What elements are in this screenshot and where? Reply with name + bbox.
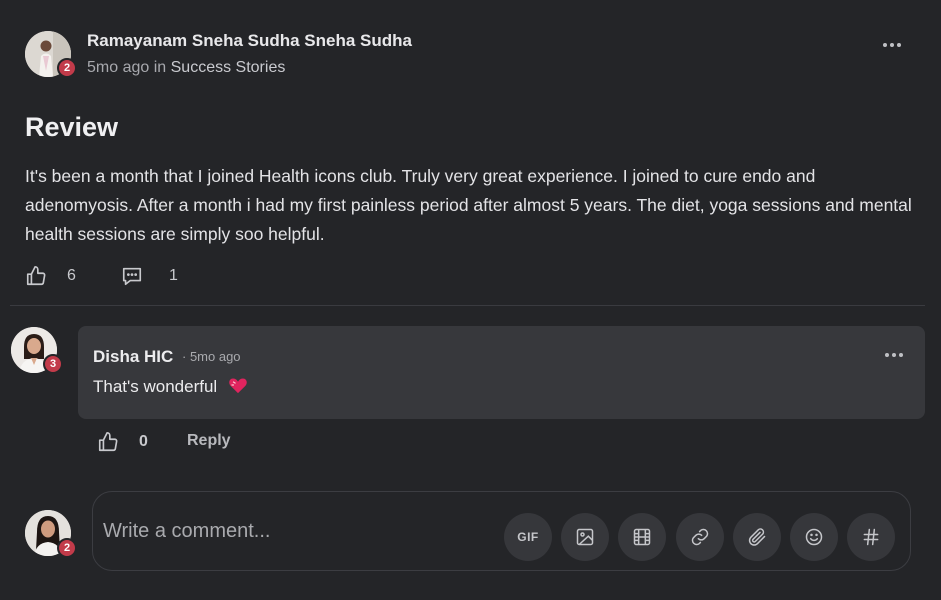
attachment-icon: [748, 528, 766, 546]
attachment-button[interactable]: [733, 513, 781, 561]
post-author-name[interactable]: Ramayanam Sneha Sudha Sneha Sudha: [87, 31, 412, 51]
post-comment-count: 1: [169, 267, 178, 284]
dot-icon: [892, 353, 896, 357]
post-like-count: 6: [67, 267, 76, 284]
gif-icon: GIF: [517, 530, 539, 544]
comment-text: That's wonderful: [93, 376, 248, 399]
post-meta: 5mo ago in Success Stories: [87, 59, 285, 77]
comment-input[interactable]: [103, 514, 483, 548]
post-in-label: in: [153, 59, 167, 76]
post-time: 5mo ago: [87, 59, 150, 76]
dot-icon: [897, 43, 901, 47]
post-like-button[interactable]: 6: [25, 265, 76, 287]
thumbs-up-icon: [98, 432, 118, 452]
comment-bubble: Disha HIC · 5mo ago That's wonderful: [78, 326, 925, 419]
dot-icon: [890, 43, 894, 47]
comment-like-button[interactable]: 0: [97, 431, 148, 453]
post-title: Review: [25, 112, 119, 142]
comment-text-content: That's wonderful: [93, 377, 218, 396]
link-button[interactable]: [676, 513, 724, 561]
divider: [10, 305, 925, 306]
comment-time: · 5mo ago: [182, 349, 241, 364]
emoji-icon: [805, 528, 823, 546]
reply-button[interactable]: Reply: [187, 432, 231, 450]
post-body: It's been a month that I joined Health i…: [25, 166, 912, 244]
image-button[interactable]: [561, 513, 609, 561]
commenter-level-badge: 3: [43, 354, 63, 374]
hashtag-icon: [863, 528, 879, 546]
post-more-options-button[interactable]: [878, 35, 906, 55]
commenter-name[interactable]: Disha HIC: [93, 347, 173, 367]
post-comment-button[interactable]: 1: [121, 265, 178, 287]
current-user-level-badge: 2: [57, 538, 77, 558]
dot-icon: [883, 43, 887, 47]
comment-composer: GIF: [92, 491, 911, 571]
video-button[interactable]: [618, 513, 666, 561]
gif-button[interactable]: GIF: [504, 513, 552, 561]
sparkling-heart-icon: [228, 376, 248, 399]
comment-more-options-button[interactable]: [880, 345, 908, 365]
video-icon: [633, 528, 651, 546]
image-icon: [576, 528, 594, 546]
comment-like-count: 0: [139, 433, 148, 450]
thumbs-up-icon: [26, 266, 46, 286]
dot-icon: [899, 353, 903, 357]
dot-icon: [885, 353, 889, 357]
post-space-link[interactable]: Success Stories: [171, 59, 286, 76]
link-icon: [691, 528, 709, 546]
comment-icon: [122, 267, 142, 286]
author-level-badge: 2: [57, 58, 77, 78]
emoji-button[interactable]: [790, 513, 838, 561]
hashtag-button[interactable]: [847, 513, 895, 561]
post-card: 2 Ramayanam Sneha Sudha Sneha Sudha 5mo …: [0, 0, 941, 600]
